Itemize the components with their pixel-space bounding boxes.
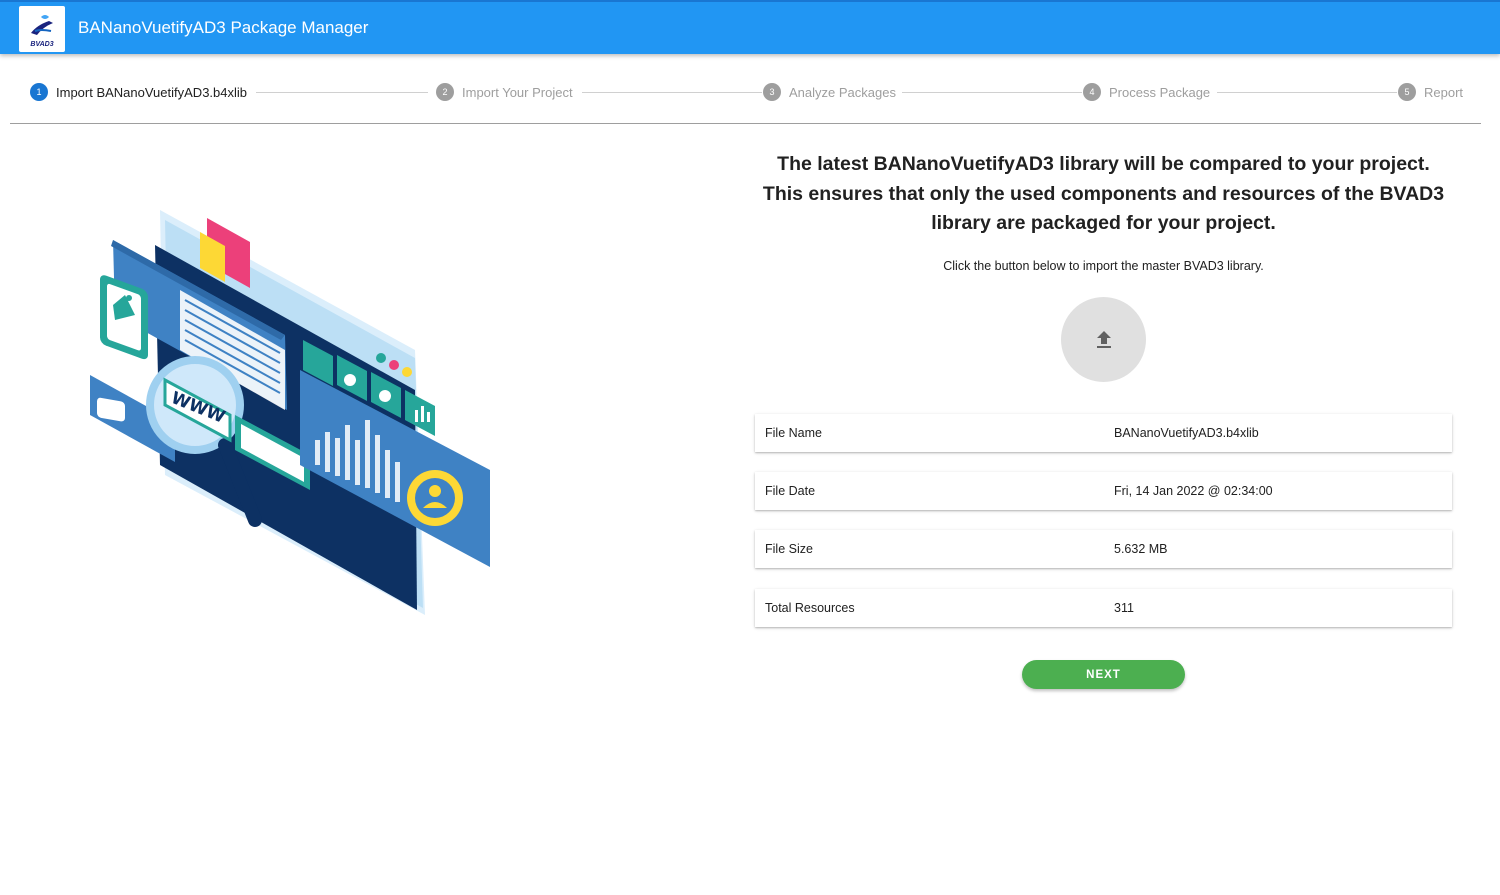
import-library-panel: The latest BANanoVuetifyAD3 library will… <box>755 150 1452 689</box>
step-number: 4 <box>1083 83 1101 101</box>
step-analyze-packages[interactable]: 3 Analyze Packages <box>763 83 896 101</box>
step-process-package[interactable]: 4 Process Package <box>1083 83 1210 101</box>
total-resources-row: Total Resources 311 <box>755 589 1452 627</box>
file-size-value: 5.632 MB <box>1114 542 1168 556</box>
step-number: 5 <box>1398 83 1416 101</box>
step-import-project[interactable]: 2 Import Your Project <box>436 83 573 101</box>
step-label: Analyze Packages <box>789 84 896 100</box>
file-date-row: File Date Fri, 14 Jan 2022 @ 02:34:00 <box>755 472 1452 510</box>
step-import-library[interactable]: 1 Import BANanoVuetifyAD3.b4xlib <box>30 83 247 101</box>
web-analytics-illustration: WWW <box>90 210 490 615</box>
total-resources-value: 311 <box>1114 601 1134 615</box>
file-size-row: File Size 5.632 MB <box>755 530 1452 568</box>
step-number: 2 <box>436 83 454 101</box>
step-connector <box>582 92 762 93</box>
logo-icon <box>31 14 53 35</box>
file-size-label: File Size <box>765 542 813 556</box>
instruction-text: Click the button below to import the mas… <box>943 258 1264 273</box>
step-number: 3 <box>763 83 781 101</box>
logo-text: BVAD3 <box>30 40 54 48</box>
headline: The latest BANanoVuetifyAD3 library will… <box>762 153 1445 234</box>
upload-icon <box>1096 330 1111 348</box>
step-report[interactable]: 5 Report <box>1398 83 1463 101</box>
next-button[interactable]: NEXT <box>1022 660 1185 689</box>
file-name-row: File Name BANanoVuetifyAD3.b4xlib <box>755 414 1452 452</box>
step-connector <box>902 92 1082 93</box>
file-name-label: File Name <box>765 426 822 440</box>
total-resources-label: Total Resources <box>765 601 855 615</box>
step-label: Import Your Project <box>462 84 573 100</box>
step-label: Process Package <box>1109 84 1211 100</box>
step-label: Report <box>1424 84 1464 100</box>
file-date-value: Fri, 14 Jan 2022 @ 02:34:00 <box>1114 484 1273 498</box>
step-connector <box>1217 92 1397 93</box>
step-number: 1 <box>30 83 48 101</box>
app-bar: BVAD3 BANanoVuetifyAD3 Package Manager <box>0 0 1500 54</box>
upload-button[interactable] <box>1061 297 1146 382</box>
app-title: BANanoVuetifyAD3 Package Manager <box>78 18 369 37</box>
app-logo: BVAD3 <box>19 6 65 52</box>
file-name-value: BANanoVuetifyAD3.b4xlib <box>1114 426 1259 440</box>
file-date-label: File Date <box>765 484 816 498</box>
hero-illustration: WWW <box>85 200 500 630</box>
step-label: Import BANanoVuetifyAD3.b4xlib <box>56 84 248 100</box>
step-connector <box>256 92 428 93</box>
stepper: 1 Import BANanoVuetifyAD3.b4xlib 2 Impor… <box>10 55 1481 124</box>
